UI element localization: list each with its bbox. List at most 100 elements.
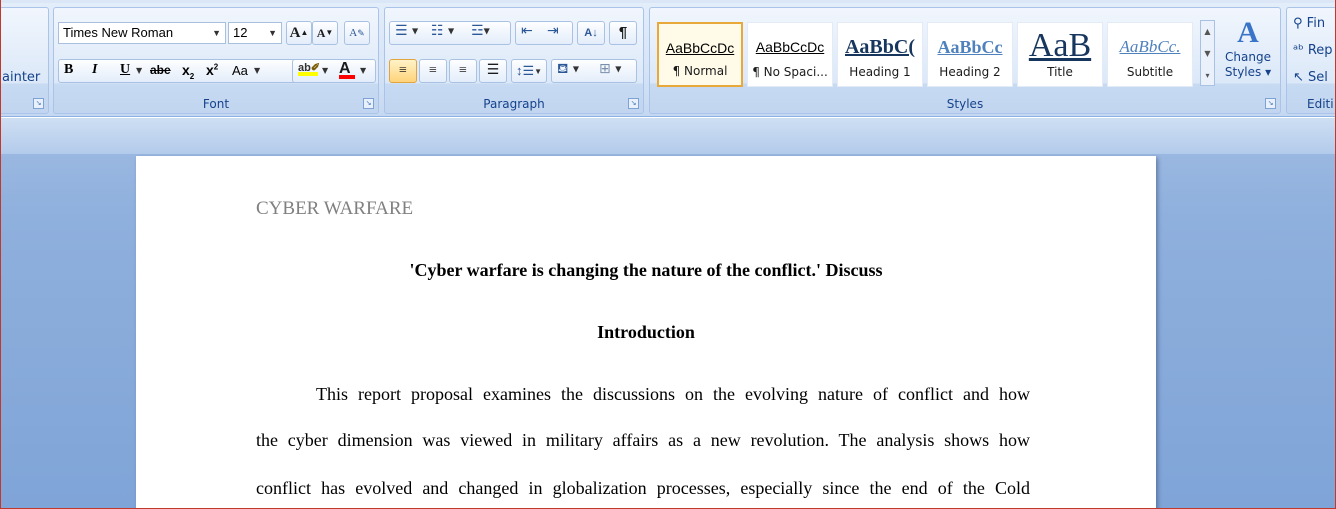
change-styles-label-2: Styles ▾ [1224,65,1272,79]
change-case-button[interactable]: Aa [232,63,248,78]
paragraph-group-label: Paragraph [483,97,545,111]
replace-button[interactable]: ᵃᵇ Rep [1293,43,1333,58]
paragraph-group: ☰ ▼ ☷ ▼ ☲▼ ⇤ ⇥ A↓ ¶ ≡ ≡ ≡ ☰ ↕☰▼ ⛾ ▼ ⊞ ▼ … [384,7,644,114]
clipboard-group: ainter ↘ [1,7,49,114]
style-gallery-scrollbar[interactable]: ▲ ▼ ▾ [1200,20,1215,86]
styles-group: AaBbCcDc ¶ Normal AaBbCcDc ¶ No Spaci...… [649,7,1281,114]
font-size-value: 12 [233,25,248,40]
highlighter-icon: ab [298,62,311,74]
align-center-button[interactable]: ≡ [419,59,447,83]
style-subtitle[interactable]: AaBbCc. Subtitle [1107,22,1193,87]
font-size-combobox[interactable]: 12 ▼ [228,22,282,44]
ribbon: ainter ↘ Times New Roman ▼ 12 ▼ A▲ A▼ A✎ [1,0,1335,117]
bullets-button[interactable]: ☰ ▼ [395,23,418,39]
replace-icon: ᵃᵇ [1293,43,1304,58]
shrink-font-button[interactable]: A▼ [312,21,338,45]
align-right-icon: ≡ [459,63,467,78]
subscript-icon: x [182,62,190,78]
borders-button[interactable]: ⊞ ▼ [599,61,621,77]
clear-formatting-button[interactable]: A✎ [344,21,370,45]
style-heading-1-sample: AaBbC( [844,36,915,58]
style-subtitle-sample: AaBbCc. [1119,37,1181,56]
section-heading-introduction: Introduction [597,322,695,342]
underline-button[interactable]: U [120,62,130,78]
page-header-text: CYBER WARFARE [256,198,414,219]
format-painter-button[interactable]: ainter [2,70,40,85]
font-dialog-launcher-icon[interactable]: ↘ [363,98,374,109]
editing-group-label: Editi [1307,97,1334,111]
align-right-button[interactable]: ≡ [449,59,477,83]
grow-font-button[interactable]: A▲ [286,21,312,45]
ribbon-top-band [1,0,1335,3]
superscript-button[interactable]: x2 [206,62,218,78]
bold-button[interactable]: B [64,62,73,78]
highlight-dropdown-icon[interactable]: ▼ [322,66,328,75]
style-heading-2-sample: AaBbCc [937,37,1003,57]
chevron-down-icon: ▼ [212,28,221,38]
change-styles-button[interactable]: A Change Styles ▾ [1220,16,1276,96]
subscript-button[interactable]: x2 [182,62,194,81]
clear-formatting-icon: A [349,27,358,39]
show-hide-marks-button[interactable]: ¶ [609,21,637,45]
styles-dialog-launcher-icon[interactable]: ↘ [1265,98,1276,109]
scroll-down-icon[interactable]: ▼ [1201,43,1214,65]
decrease-indent-button[interactable]: ⇤ [521,23,533,39]
scroll-up-icon[interactable]: ▲ [1201,21,1214,43]
style-no-spacing[interactable]: AaBbCcDc ¶ No Spaci... [747,22,833,87]
paragraph-dialog-launcher-icon[interactable]: ↘ [628,98,639,109]
decrease-indent-icon: ⇤ [521,23,533,39]
font-name-value: Times New Roman [63,25,174,40]
style-normal[interactable]: AaBbCcDc ¶ Normal [657,22,743,87]
numbering-button[interactable]: ☷ ▼ [431,23,454,39]
font-color-button[interactable]: A [339,60,355,79]
paragraph-line-1: This report proposal examines the discus… [316,384,1030,404]
style-title-sample: AaB [1028,31,1092,63]
binoculars-icon: ⚲ [1293,16,1303,31]
cursor-icon: ↖ [1293,70,1304,85]
sort-button[interactable]: A↓ [577,21,605,45]
justify-icon: ☰ [486,63,500,78]
font-format-strip [58,59,332,83]
change-case-dropdown-icon[interactable]: ▼ [254,66,260,75]
multilevel-list-button[interactable]: ☲▼ [471,23,490,39]
shading-button[interactable]: ⛾ ▼ [557,61,579,79]
style-no-spacing-sample: AaBbCcDc [755,39,825,55]
style-heading-2[interactable]: AaBbCc Heading 2 [927,22,1013,87]
style-normal-sample: AaBbCcDc [665,40,735,56]
clipboard-launcher-icon[interactable]: ↘ [33,98,44,109]
numbered-list-icon: ☷ [431,23,444,39]
italic-button[interactable]: I [92,62,97,78]
multilevel-list-icon: ☲ [471,23,484,39]
font-group: Times New Roman ▼ 12 ▼ A▲ A▼ A✎ B I U ▼ … [53,7,379,114]
style-title-name: Title [1047,65,1073,79]
style-title[interactable]: AaB Title [1017,22,1103,87]
pilcrow-icon: ¶ [618,24,628,41]
grow-font-icon: A [289,25,301,41]
paragraph-line-3: conflict has evolved and changed in glob… [256,478,1030,498]
font-name-combobox[interactable]: Times New Roman ▼ [58,22,226,44]
find-button[interactable]: ⚲ Fin [1293,16,1325,31]
document-page[interactable]: CYBER WARFARE 'Cyber warfare is changing… [136,156,1156,508]
select-button[interactable]: ↖ Sel [1293,70,1328,85]
justify-button[interactable]: ☰ [479,59,507,83]
align-left-button[interactable]: ≡ [389,59,417,83]
find-label: Fin [1306,16,1326,31]
underline-dropdown-icon[interactable]: ▼ [136,66,142,75]
editing-group: ⚲ Fin ᵃᵇ Rep ↖ Sel Editi [1286,7,1335,114]
text-highlight-button[interactable]: ab✐ [298,61,320,76]
font-color-dropdown-icon[interactable]: ▼ [360,66,366,75]
gallery-more-icon[interactable]: ▾ [1201,65,1214,87]
styles-group-label: Styles [946,97,984,111]
strikethrough-button[interactable]: abe [150,63,171,77]
document-title: 'Cyber warfare is changing the nature of… [409,260,883,280]
font-group-label: Font [202,97,230,111]
paint-bucket-icon: ⛾ [557,61,569,77]
document-top-margin-bar [1,118,1335,154]
line-spacing-button[interactable]: ↕☰▼ [511,59,547,83]
sort-icon: A↓ [584,27,598,39]
style-heading-1-name: Heading 1 [849,65,911,79]
increase-indent-button[interactable]: ⇥ [547,23,559,39]
style-heading-1[interactable]: AaBbC( Heading 1 [837,22,923,87]
align-left-icon: ≡ [399,63,407,78]
chevron-down-icon: ▼ [268,28,277,38]
